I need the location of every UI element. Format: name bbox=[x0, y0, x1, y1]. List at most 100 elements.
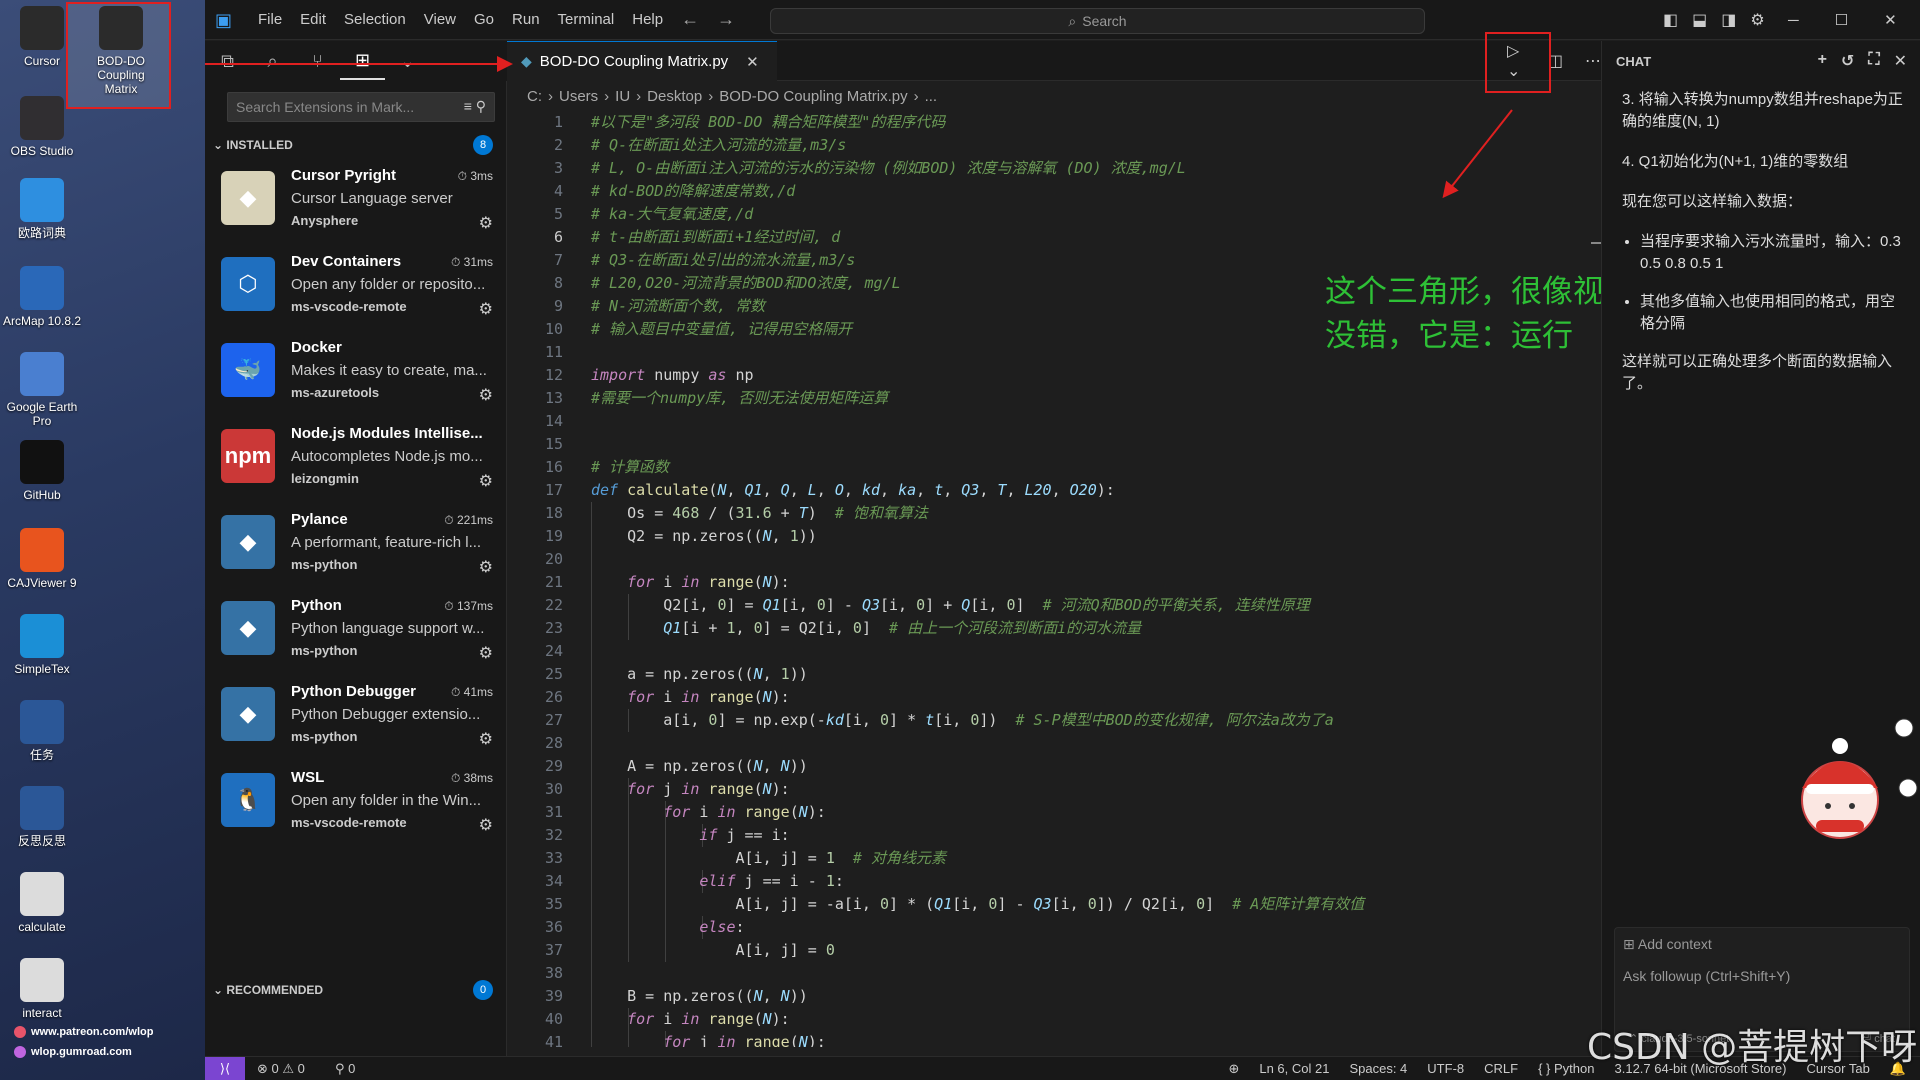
end-of-line[interactable]: CRLF bbox=[1484, 1061, 1518, 1077]
line-number: 20 bbox=[544, 550, 563, 568]
app-logo-icon: ▣ bbox=[215, 9, 233, 30]
desktop-icon[interactable]: interact bbox=[2, 958, 82, 1020]
extensions-search-placeholder: Search Extensions in Mark... bbox=[236, 99, 415, 115]
menu-edit[interactable]: Edit bbox=[291, 0, 335, 40]
desktop-icon[interactable]: BOD-DO Coupling Matrix bbox=[81, 6, 161, 96]
forward-arrow-icon[interactable]: → bbox=[717, 9, 735, 30]
remote-indicator-icon[interactable]: ⟩⟨ bbox=[205, 1057, 245, 1080]
extensions-search-input[interactable]: Search Extensions in Mark... ≡ ⚲ bbox=[227, 92, 495, 122]
installed-count-badge: 8 bbox=[473, 135, 493, 155]
desktop-icon[interactable]: SimpleTex bbox=[2, 614, 82, 676]
explorer-icon[interactable]: ⧉ bbox=[205, 51, 250, 72]
extension-item[interactable]: 🐧 WSL ⏱ 38ms Open any folder in the Win... m… bbox=[205, 763, 507, 849]
csdn-watermark: CSDN @菩提树下呀 bbox=[1587, 1027, 1918, 1068]
command-center-search[interactable]: ⌕ Search bbox=[770, 8, 1425, 34]
desktop-icon[interactable]: OBS Studio bbox=[2, 96, 82, 158]
close-window-icon[interactable]: ✕ bbox=[1884, 11, 1897, 29]
extension-item[interactable]: ◆ Python ⏱ 137ms Python language support w.… bbox=[205, 591, 507, 677]
code-line: # Q3-在断面i处引出的流水流量,m3/s bbox=[591, 251, 856, 269]
extension-settings-gear-icon[interactable]: ⚙ bbox=[479, 643, 493, 663]
extension-item[interactable]: ◆ Pylance ⏱ 221ms A performant, feature-ric… bbox=[205, 505, 507, 591]
tab-bod-do-coupling-matrix[interactable]: ◆ BOD-DO Coupling Matrix.py ✕ bbox=[507, 41, 777, 81]
search-view-icon[interactable]: ⌕ bbox=[250, 51, 295, 72]
cursor-position[interactable]: Ln 6, Col 21 bbox=[1259, 1061, 1329, 1077]
word-doc-icon bbox=[20, 700, 64, 744]
code-line: # N-河流断面个数, 常数 bbox=[591, 297, 766, 315]
menu-file[interactable]: File bbox=[249, 0, 291, 40]
zoom-icon[interactable]: ⊕ bbox=[1228, 1061, 1239, 1077]
desktop-icon[interactable]: 欧路词典 bbox=[2, 178, 82, 240]
minimize-icon[interactable]: ─ bbox=[1788, 12, 1799, 29]
menu-view[interactable]: View bbox=[415, 0, 465, 40]
extension-settings-gear-icon[interactable]: ⚙ bbox=[479, 213, 493, 233]
installed-section-header[interactable]: ⌄ INSTALLED 8 bbox=[205, 133, 507, 157]
menu-selection[interactable]: Selection bbox=[335, 0, 415, 40]
new-chat-icon[interactable]: + bbox=[1818, 51, 1827, 71]
extension-settings-gear-icon[interactable]: ⚙ bbox=[479, 729, 493, 749]
simpletex-icon bbox=[20, 614, 64, 658]
toggle-secondary-sidebar-icon[interactable]: ◨ bbox=[1721, 10, 1736, 30]
breadcrumb-item[interactable]: ... bbox=[925, 88, 938, 105]
add-context-button[interactable]: ⊞ Add context bbox=[1623, 936, 1712, 953]
extension-item[interactable]: ⬡ Dev Containers ⏱ 31ms Open any folder or … bbox=[205, 247, 507, 333]
extension-settings-gear-icon[interactable]: ⚙ bbox=[479, 557, 493, 577]
toggle-panel-icon[interactable]: ⬓ bbox=[1692, 10, 1707, 30]
menu-bar: File Edit Selection View Go Run Terminal… bbox=[249, 0, 672, 40]
desktop-icon[interactable]: Google Earth Pro bbox=[2, 352, 82, 428]
desktop-icon[interactable]: 反思反思 bbox=[2, 786, 82, 848]
chat-history-icon[interactable]: ↺ bbox=[1841, 51, 1854, 71]
breadcrumb-item[interactable]: Users bbox=[559, 88, 598, 105]
close-chat-icon[interactable]: ✕ bbox=[1894, 51, 1907, 71]
line-number: 24 bbox=[544, 642, 563, 660]
menu-help[interactable]: Help bbox=[623, 0, 672, 40]
desktop-icon[interactable]: 任务 bbox=[2, 700, 82, 762]
close-tab-icon[interactable]: ✕ bbox=[746, 53, 759, 71]
desktop-icon[interactable]: ArcMap 10.8.2 bbox=[2, 266, 82, 328]
extension-settings-gear-icon[interactable]: ⚙ bbox=[479, 385, 493, 405]
extension-publisher: ms-vscode-remote bbox=[291, 299, 407, 314]
followup-input[interactable]: Ask followup (Ctrl+Shift+Y) bbox=[1623, 968, 1790, 984]
extension-settings-gear-icon[interactable]: ⚙ bbox=[479, 299, 493, 319]
desktop-icon-label: GitHub bbox=[23, 488, 61, 502]
filter-icon[interactable]: ≡ ⚲ bbox=[464, 98, 486, 115]
indentation[interactable]: Spaces: 4 bbox=[1349, 1061, 1407, 1077]
extension-settings-gear-icon[interactable]: ⚙ bbox=[479, 815, 493, 835]
recommended-section-header[interactable]: ⌄ RECOMMENDED 0 bbox=[205, 978, 507, 1002]
extensions-icon[interactable]: ⊞ bbox=[340, 42, 385, 80]
npm-icon: npm bbox=[221, 429, 275, 483]
code-editor[interactable]: 1 #以下是"多河段 BOD-DO 耦合矩阵模型"的程序代码 2 # Q-在断面i处注… bbox=[507, 107, 1601, 1047]
extension-item[interactable]: 🐳 Docker Makes it easy to create, ma... ms-… bbox=[205, 333, 507, 419]
back-arrow-icon[interactable]: ← bbox=[681, 9, 699, 30]
more-actions-icon[interactable]: ⋯ bbox=[1585, 51, 1601, 71]
more-views-chevron-icon[interactable]: ⌄ bbox=[385, 51, 430, 72]
toggle-primary-sidebar-icon[interactable]: ◧ bbox=[1663, 10, 1678, 30]
maximize-chat-icon[interactable]: ⛶ bbox=[1868, 51, 1879, 71]
add-context-label: Add context bbox=[1637, 936, 1712, 952]
extension-settings-gear-icon[interactable]: ⚙ bbox=[479, 471, 493, 491]
editor-area: ◆ BOD-DO Coupling Matrix.py ✕ ▷ ⌄ ◫ ⋯ C:… bbox=[507, 41, 1601, 1056]
code-line: B = np.zeros((N, N)) bbox=[591, 987, 808, 1005]
desktop-icon[interactable]: calculate bbox=[2, 872, 82, 934]
menu-go[interactable]: Go bbox=[465, 0, 503, 40]
breadcrumb-item[interactable]: C: bbox=[527, 88, 542, 105]
source-control-icon[interactable]: ⑂ bbox=[295, 51, 340, 72]
menu-run[interactable]: Run bbox=[503, 0, 549, 40]
desktop-icon[interactable]: GitHub bbox=[2, 440, 82, 502]
extension-item[interactable]: ◆ Cursor Pyright ⏱ 3ms Cursor Language serv… bbox=[205, 161, 507, 247]
extension-item[interactable]: npm Node.js Modules Intellise... Autocompl… bbox=[205, 419, 507, 505]
menu-terminal[interactable]: Terminal bbox=[549, 0, 624, 40]
cursor-app-icon bbox=[20, 6, 64, 50]
settings-gear-icon[interactable]: ⚙ bbox=[1750, 10, 1764, 30]
extensions-sidebar: Search Extensions in Mark... ≡ ⚲ ⌄ INSTA… bbox=[205, 81, 507, 1056]
maximize-icon[interactable]: ☐ bbox=[1835, 11, 1848, 29]
desktop-icon[interactable]: CAJViewer 9 bbox=[2, 528, 82, 590]
ports-indicator[interactable]: ⚲ 0 bbox=[335, 1061, 355, 1077]
desktop-icon[interactable]: Cursor bbox=[2, 6, 82, 68]
line-number: 38 bbox=[544, 964, 563, 982]
breadcrumb-item[interactable]: BOD-DO Coupling Matrix.py bbox=[719, 88, 907, 105]
extension-item[interactable]: ◆ Python Debugger ⏱ 41ms Python Debugger ex… bbox=[205, 677, 507, 763]
breadcrumb-item[interactable]: IU bbox=[615, 88, 630, 105]
encoding[interactable]: UTF-8 bbox=[1427, 1061, 1464, 1077]
problems-indicator[interactable]: ⊗ 0 ⚠ 0 bbox=[257, 1061, 305, 1077]
breadcrumb-item[interactable]: Desktop bbox=[647, 88, 702, 105]
